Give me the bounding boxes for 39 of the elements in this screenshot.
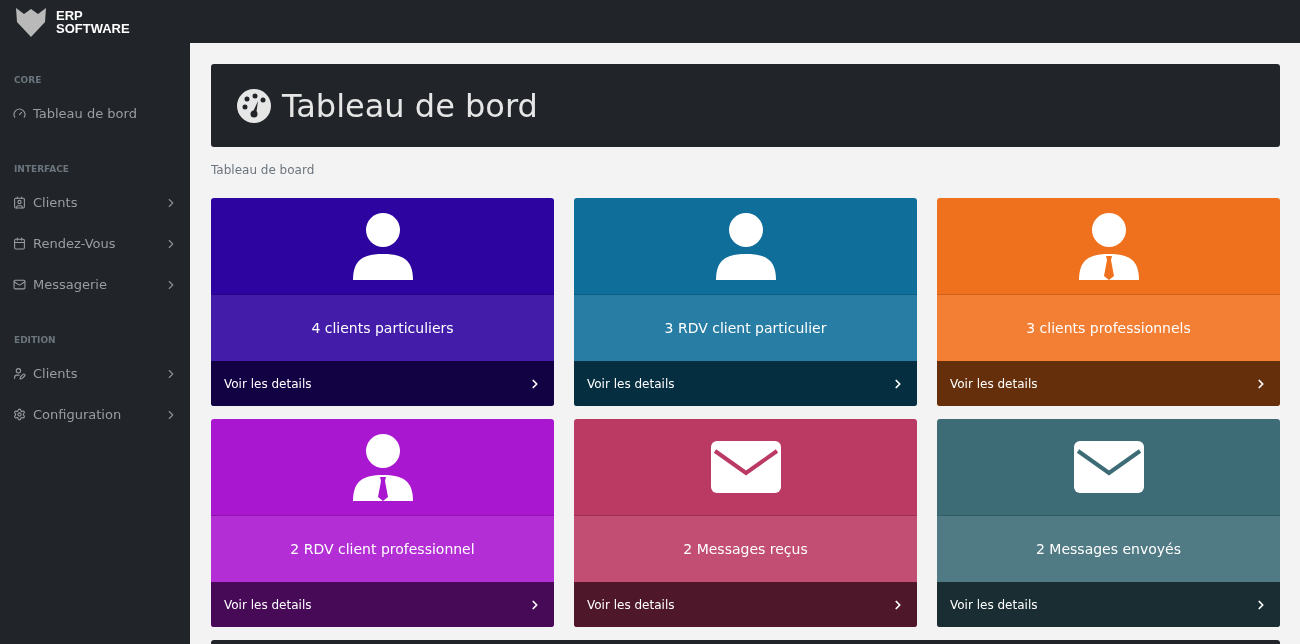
page-title: Tableau de bord: [282, 86, 538, 125]
calendar-icon: [13, 237, 26, 250]
details-link[interactable]: Voir les details: [574, 361, 917, 406]
sidebar-item[interactable]: Clients: [0, 182, 190, 223]
user-tie-icon: [352, 433, 413, 501]
details-link[interactable]: Voir les details: [937, 361, 1280, 406]
stat-label: 3 clients professionnels: [937, 294, 1280, 361]
gauge-icon: [236, 87, 272, 124]
user-icon: [352, 212, 413, 280]
user-pen-icon: [13, 367, 26, 380]
brand-name: SOFTWARE: [56, 21, 130, 35]
user-tie-icon: [1078, 212, 1139, 280]
sidebar-item[interactable]: Messagerie: [0, 264, 190, 305]
details-link[interactable]: Voir les details: [211, 361, 554, 406]
sidebar-item[interactable]: Configuration: [0, 394, 190, 435]
settings-icon: [13, 408, 26, 421]
sidebar-item[interactable]: Rendez-Vous: [0, 223, 190, 264]
contact-card-icon: [13, 196, 26, 209]
sidebar-item[interactable]: Tableau de bord: [0, 93, 190, 134]
stat-label: 3 RDV client particulier: [574, 294, 917, 361]
stat-label: 2 Messages reçus: [574, 515, 917, 582]
breadcrumb: Tableau de board: [211, 163, 316, 177]
gauge-icon: [13, 107, 26, 120]
details-link[interactable]: Voir les details: [574, 582, 917, 627]
sidebar-item[interactable]: Clients: [0, 353, 190, 394]
envelope-icon: [13, 278, 26, 291]
sidebar-heading: INTERFACE: [13, 163, 70, 176]
sidebar-heading: CORE: [13, 74, 43, 87]
envelope-icon: [710, 441, 781, 493]
logo-icon: [14, 5, 48, 38]
stat-label: 2 RDV client professionnel: [211, 515, 554, 582]
details-link[interactable]: Voir les details: [211, 582, 554, 627]
sidebar-heading: EDITION: [13, 334, 57, 347]
stat-label: 4 clients particuliers: [211, 294, 554, 361]
details-link[interactable]: Voir les details: [937, 582, 1280, 627]
envelope-icon: [1073, 441, 1144, 493]
stat-label: 2 Messages envoyés: [937, 515, 1280, 582]
user-icon: [715, 212, 776, 280]
brand-name: ERP: [56, 8, 84, 22]
